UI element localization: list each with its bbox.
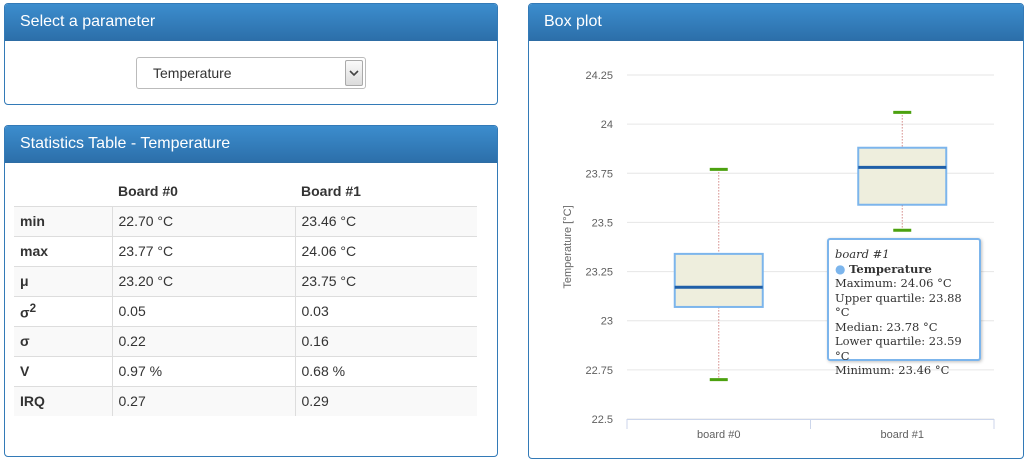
tooltip-lower-quartile: Lower quartile: 23.59 °C	[835, 334, 962, 363]
tooltip-title: board #1	[835, 247, 890, 261]
statistics-table-title: Statistics Table - Temperature	[5, 126, 497, 163]
row-label-text: IRQ	[20, 393, 45, 410]
table-row: min 22.70 °C 23.46 °C	[14, 205, 477, 236]
row-label-text: max	[20, 243, 49, 259]
row-label-text: σ	[20, 304, 30, 321]
y-axis-title: Temperature [°C]	[562, 205, 574, 288]
table-row: V 0.97 % 0.68 %	[14, 355, 477, 386]
cell-board-0: 23.77 °C	[111, 235, 295, 266]
row-label: V	[14, 355, 112, 386]
row-label: σ	[14, 325, 112, 356]
cell-board-0: 0.97 %	[111, 355, 295, 386]
statistics-table: Board #0 Board #1 min 22.70 °C 23.46 °C max…	[14, 176, 477, 416]
select-parameter-panel: Select a parameter Temperature	[4, 3, 498, 105]
select-parameter-title: Select a parameter	[5, 4, 497, 41]
table-row: IRQ 0.27 0.29	[14, 385, 477, 416]
x-tick-label: board #0	[697, 429, 740, 441]
y-tick-label: 24.25	[585, 70, 613, 82]
cell-board-0: 22.70 °C	[111, 205, 295, 236]
table-header-empty	[14, 176, 112, 206]
table-header-board-1: Board #1	[301, 182, 361, 199]
table-row: σ 0.22 0.16	[14, 325, 477, 356]
cell-board-0: 23.20 °C	[111, 265, 295, 296]
tooltip-minimum: Minimum: 23.46 °C	[835, 363, 950, 377]
row-label: μ	[14, 265, 112, 296]
tooltip-series-name: Temperature	[849, 261, 932, 276]
table-row: μ 23.20 °C 23.75 °C	[14, 265, 477, 296]
row-label: max	[14, 235, 112, 266]
series-dot-icon: ●	[835, 261, 846, 276]
cell-board-1: 0.03	[294, 295, 477, 326]
row-label: σ2	[14, 295, 112, 326]
table-header-row: Board #0 Board #1	[14, 176, 477, 206]
cell-board-0: 0.27	[111, 385, 295, 416]
tooltip-maximum: Maximum: 24.06 °C	[835, 276, 952, 290]
y-tick-label: 23.5	[592, 217, 613, 229]
cell-board-1: 24.06 °C	[294, 235, 477, 266]
row-label-text: σ	[20, 333, 30, 349]
table-row: σ2 0.05 0.03	[14, 295, 477, 326]
y-tick-label: 23.25	[585, 267, 613, 279]
parameter-select-toggle[interactable]	[345, 60, 363, 86]
row-label: min	[14, 205, 112, 236]
parameter-select-value: Temperature	[153, 65, 232, 81]
x-tick-label: board #1	[881, 429, 924, 441]
tooltip-median: Median: 23.78 °C	[835, 319, 938, 334]
box-plot-title: Box plot	[529, 4, 1023, 41]
cell-board-1: 23.46 °C	[294, 205, 477, 236]
y-tick-label: 23.75	[585, 168, 613, 180]
chevron-down-icon	[349, 70, 359, 77]
y-tick-label: 24	[601, 119, 613, 131]
y-tick-label: 22.75	[585, 365, 613, 377]
box	[673, 252, 764, 308]
y-tick-label: 23	[601, 316, 613, 328]
table-header-board-0: Board #0	[118, 182, 178, 199]
cell-board-1: 0.68 %	[294, 355, 477, 386]
row-label-text: μ	[20, 273, 29, 289]
y-tick-label: 22.5	[592, 414, 613, 426]
parameter-select[interactable]: Temperature	[136, 57, 366, 89]
row-label-text: V	[20, 363, 30, 379]
cell-board-0: 0.22	[111, 325, 295, 356]
cell-board-0: 0.05	[111, 295, 295, 326]
row-label-text: min	[20, 213, 45, 229]
cell-board-1: 23.75 °C	[294, 265, 477, 296]
tooltip-upper-quartile: Upper quartile: 23.88 °C	[835, 290, 962, 320]
box	[857, 146, 948, 206]
chart-tooltip: board #1 ● Temperature Maximum: 24.06 °C…	[827, 238, 981, 377]
cell-board-1: 0.16	[294, 325, 477, 356]
cell-board-1: 0.29	[294, 385, 477, 416]
tooltip-series-row: ● Temperature	[835, 262, 979, 277]
row-label: IRQ	[14, 385, 112, 416]
row-label-superscript: 2	[29, 301, 37, 315]
table-row: max 23.77 °C 24.06 °C	[14, 235, 477, 266]
